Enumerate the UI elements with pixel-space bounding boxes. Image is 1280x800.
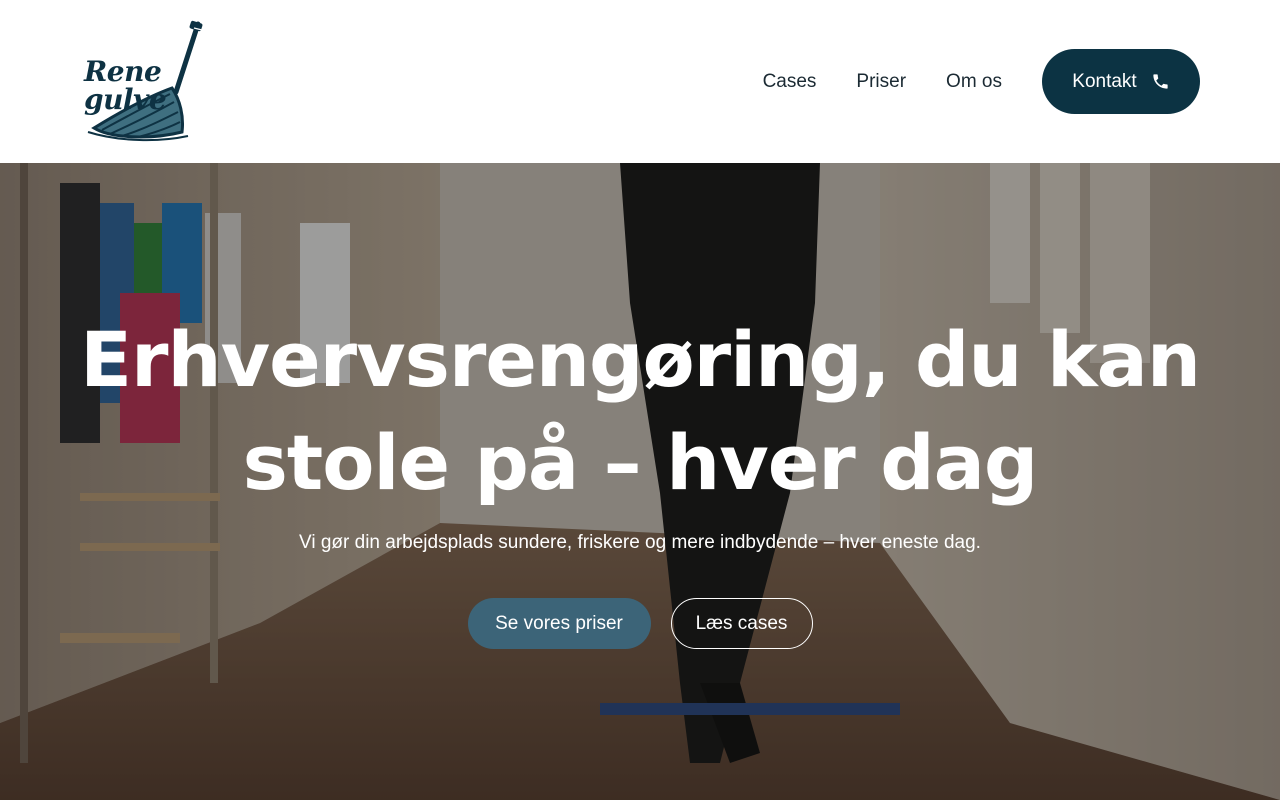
main-nav: Cases Priser Om os Kontakt xyxy=(763,49,1200,114)
nav-item-priser[interactable]: Priser xyxy=(856,72,906,91)
logo-text: Rene gulve xyxy=(84,55,167,116)
logo[interactable]: Rene gulve xyxy=(80,20,212,144)
contact-button-label: Kontakt xyxy=(1072,70,1137,92)
see-prices-button[interactable]: Se vores priser xyxy=(467,598,651,649)
site-header: Rene gulve Cases Priser Om os Kontakt xyxy=(0,0,1280,163)
read-cases-button[interactable]: Læs cases xyxy=(670,598,813,649)
nav-item-cases[interactable]: Cases xyxy=(763,72,817,91)
hero-title-line2: stole på – hver dag xyxy=(242,418,1039,507)
phone-icon xyxy=(1151,72,1170,91)
hero-subtitle: Vi gør din arbejdsplads sundere, frisker… xyxy=(299,532,981,553)
hero-actions: Se vores priser Læs cases xyxy=(0,598,1280,649)
hero-title: Erhvervsrengøring, du kan stole på – hve… xyxy=(80,308,1201,514)
hero: Erhvervsrengøring, du kan stole på – hve… xyxy=(0,163,1280,800)
nav-item-om-os[interactable]: Om os xyxy=(946,72,1002,91)
contact-button[interactable]: Kontakt xyxy=(1042,49,1200,114)
hero-title-line1: Erhvervsrengøring, du kan xyxy=(80,315,1201,404)
